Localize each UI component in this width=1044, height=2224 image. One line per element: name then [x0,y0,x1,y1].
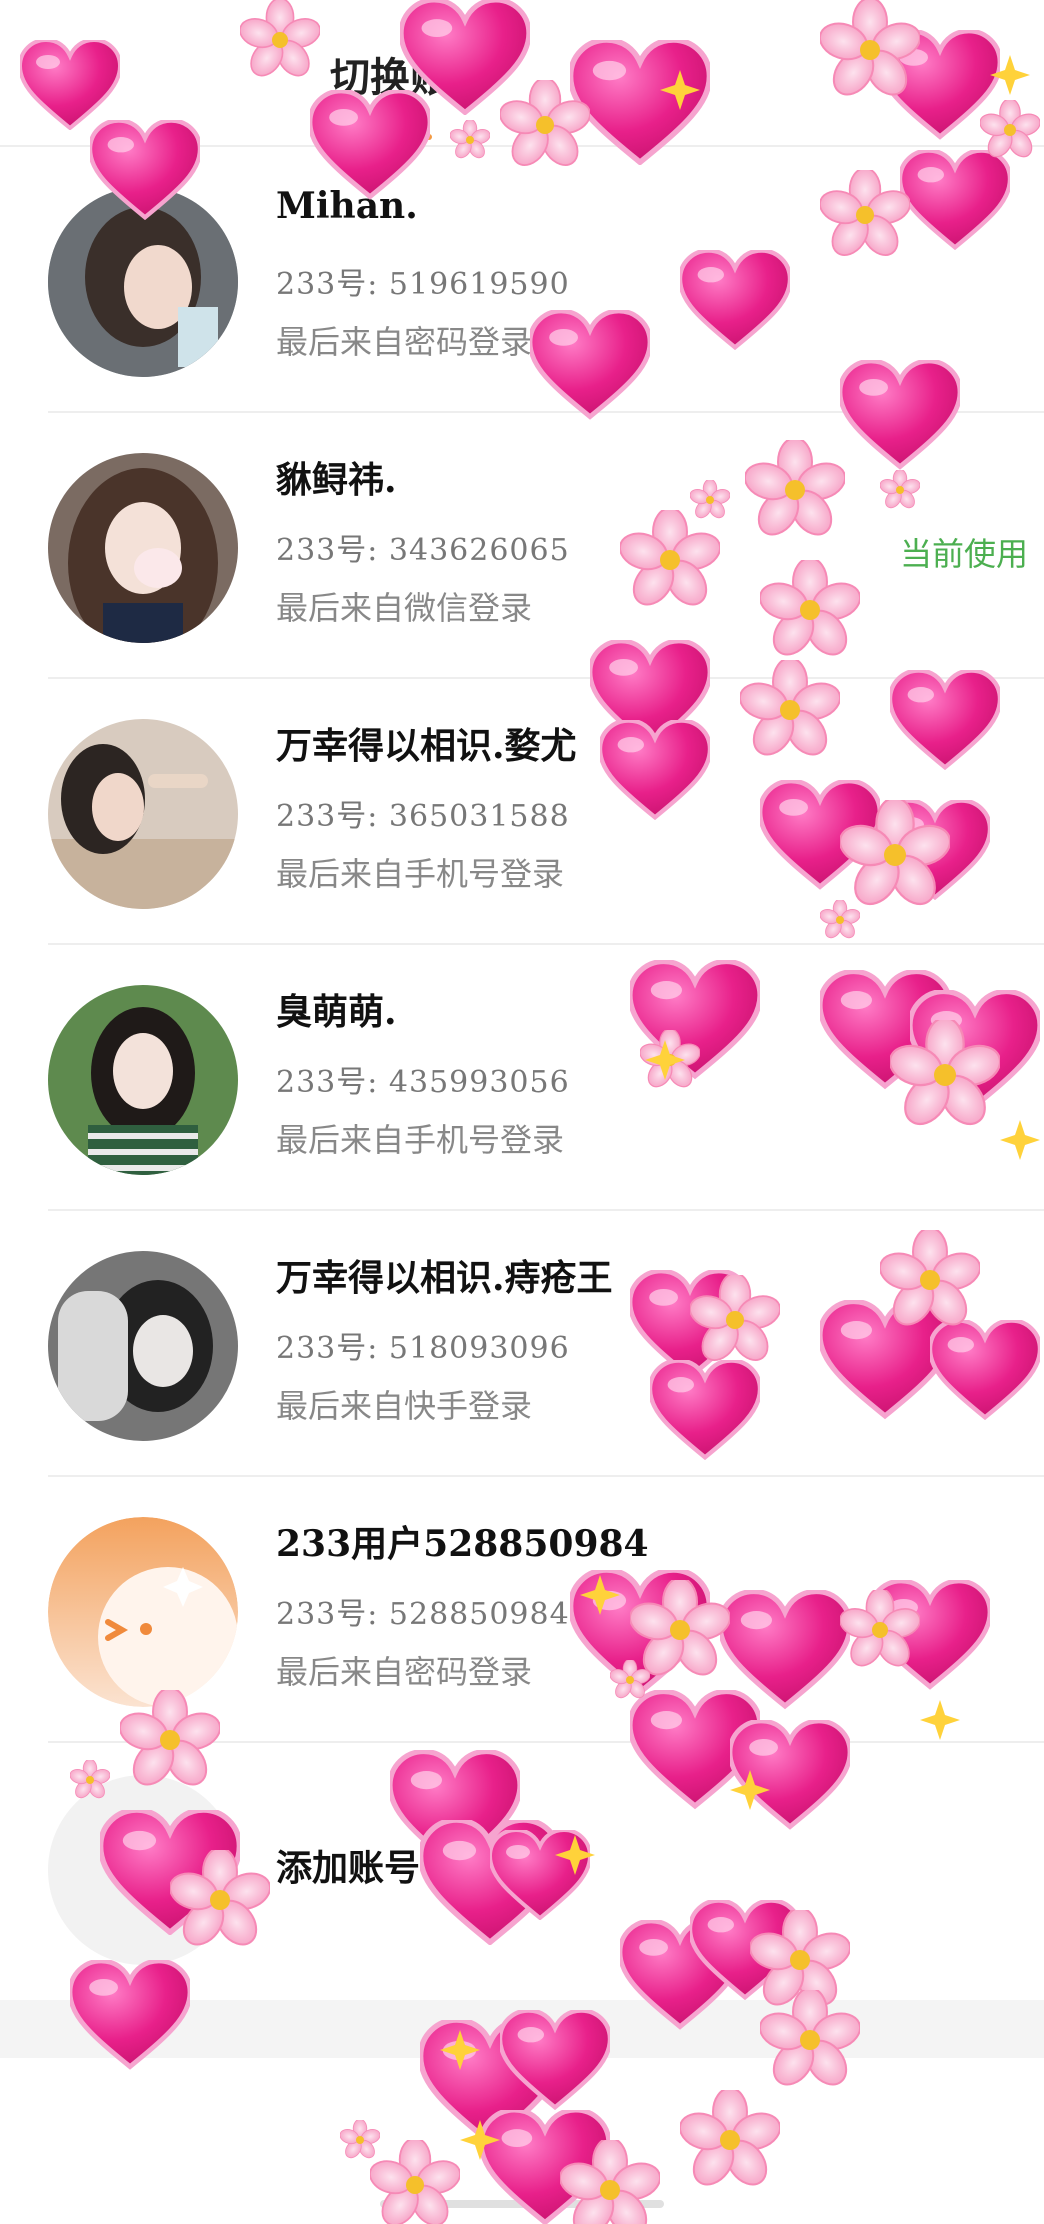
last-login-method: 最后来自微信登录 [276,589,533,627]
account-name: 万幸得以相识.痔疮王 [276,1257,613,1299]
account-name: 233用户528850984 [276,1523,649,1565]
account-name: 貅鲟祎. [276,459,397,501]
tab-bar: 切换账号 账号 [0,0,1044,147]
last-login-method: 最后来自快手登录 [276,1387,533,1425]
account-row[interactable]: 万幸得以相识.痔疮王 233号: 518093096 最后来自快手登录 [48,1211,1044,1477]
tab-switch-account[interactable]: 切换账号 [330,45,490,103]
account-id: 233号: 365031588 [276,799,570,834]
account-id: 233号: 528850984 [276,1597,570,1632]
avatar [48,453,238,643]
account-id: 233号: 518093096 [276,1331,570,1366]
account-id: 233号: 519619590 [276,267,570,302]
chevron-up-icon[interactable] [500,2090,544,2134]
account-row[interactable]: 233用户528850984 233号: 528850984 最后来自密码登录 [48,1477,1044,1743]
last-login-method: 最后来自手机号登录 [276,855,565,893]
account-name: Mihan. [276,185,418,227]
add-account-row[interactable]: 添加账号 [48,1735,1044,1995]
add-account-label: 添加账号 [276,1847,421,1889]
home-indicator [380,2200,664,2208]
account-name: 万幸得以相识.婺尤 [276,725,577,767]
account-row[interactable]: 貅鲟祎. 233号: 343626065 最后来自微信登录 当前使用 [48,413,1044,679]
account-list: Mihan. 233号: 519619590 最后来自密码登录 貅鲟祎. 233… [0,147,1044,1743]
last-login-method: 最后来自手机号登录 [276,1121,565,1159]
account-row[interactable]: 臭萌萌. 233号: 435993056 最后来自手机号登录 [48,945,1044,1211]
account-row[interactable]: 万幸得以相识.婺尤 233号: 365031588 最后来自手机号登录 [48,679,1044,945]
account-id: 233号: 343626065 [276,533,570,568]
avatar [48,985,238,1175]
tab-account[interactable]: 账号 [630,45,710,103]
account-row[interactable]: Mihan. 233号: 519619590 最后来自密码登录 [48,147,1044,413]
bottom-divider-band [0,2000,1044,2058]
last-login-method: 最后来自密码登录 [276,323,533,361]
last-login-method: 最后来自密码登录 [276,1653,533,1691]
avatar [48,1517,238,1707]
avatar [48,1251,238,1441]
avatar [48,719,238,909]
tab-indicator [404,134,432,140]
account-id: 233号: 435993056 [276,1065,570,1100]
account-name: 臭萌萌. [276,991,397,1033]
plus-icon [114,1841,172,1899]
current-account-badge: 当前使用 [899,535,1028,573]
avatar [48,187,238,377]
